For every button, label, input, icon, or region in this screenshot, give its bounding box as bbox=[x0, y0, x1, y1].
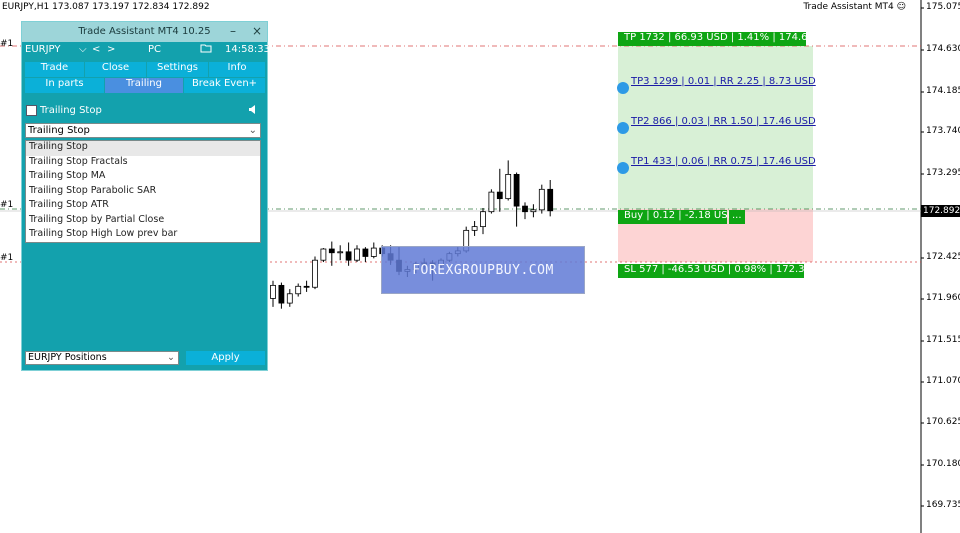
symbol-select[interactable]: EURJPY bbox=[25, 44, 60, 55]
candle-body bbox=[530, 209, 537, 213]
candle-body bbox=[303, 285, 310, 288]
candle-body bbox=[270, 284, 276, 299]
candle-body bbox=[337, 251, 344, 254]
price-tick-label: 175.075 bbox=[926, 2, 960, 12]
price-tick-label: 172.425 bbox=[926, 252, 960, 262]
chevron-down-icon: ⌄ bbox=[167, 352, 175, 363]
tab-trailing[interactable]: Trailing bbox=[105, 78, 183, 93]
trailing-stop-checkbox[interactable] bbox=[26, 105, 37, 116]
candle-body bbox=[505, 173, 512, 200]
candle-body bbox=[547, 188, 554, 212]
tab-close[interactable]: Close bbox=[85, 62, 146, 77]
candle-body bbox=[522, 205, 528, 213]
speaker-icon[interactable] bbox=[248, 105, 257, 117]
tp1-label[interactable]: TP1 433 | 0.06 | RR 0.75 | 17.46 USD bbox=[631, 156, 816, 167]
tab-trade[interactable]: Trade bbox=[25, 62, 84, 77]
tp3-handle[interactable] bbox=[617, 82, 629, 94]
chevron-down-icon[interactable]: ⌵ bbox=[79, 44, 87, 55]
chart-symbol-info: EURJPY,H1 173.087 173.197 172.834 172.89… bbox=[2, 2, 210, 12]
dropdown-option[interactable]: Trailing Stop MA bbox=[26, 170, 260, 185]
server-time: 14:58:33 bbox=[225, 44, 270, 55]
dropdown-option[interactable]: Trailing Stop bbox=[26, 141, 260, 156]
folder-icon[interactable] bbox=[200, 43, 212, 56]
minimize-button[interactable]: – bbox=[230, 24, 236, 38]
panel-symbol-row: EURJPY ⌵ < > PC 14:58:33 bbox=[22, 42, 270, 58]
left-order-mark: #1 bbox=[0, 200, 14, 210]
account-label: PC bbox=[148, 44, 162, 55]
trailing-stop-checkbox-label: Trailing Stop bbox=[40, 105, 102, 116]
candle-body bbox=[312, 259, 318, 288]
candle-body bbox=[480, 211, 486, 228]
tp-zone bbox=[618, 46, 813, 209]
candle-body bbox=[538, 188, 545, 211]
dropdown-option[interactable]: Trailing Stop Fractals bbox=[26, 156, 260, 171]
trailing-type-select[interactable]: Trailing Stop ⌄ bbox=[25, 123, 261, 138]
dropdown-option[interactable]: Trailing Stop High Low prev bar bbox=[26, 228, 260, 243]
candle-body bbox=[295, 285, 302, 295]
buy-menu-button[interactable]: ... bbox=[729, 210, 745, 224]
panel-titlebar[interactable]: Trade Assistant MT4 10.25 – × bbox=[22, 22, 267, 42]
candle-body bbox=[362, 248, 369, 257]
candle-body bbox=[286, 293, 293, 304]
panel-tabs: Trade Close Settings Info In parts Trail… bbox=[22, 62, 267, 93]
price-tick-label: 171.070 bbox=[926, 376, 960, 386]
close-button[interactable]: × bbox=[252, 24, 262, 38]
dropdown-option[interactable]: Trailing Stop by Partial Close bbox=[26, 214, 260, 229]
trailing-type-value: Trailing Stop bbox=[28, 125, 90, 136]
apply-button[interactable]: Apply bbox=[186, 351, 265, 365]
price-tick-label: 169.735 bbox=[926, 500, 960, 510]
chevron-down-icon: ⌄ bbox=[248, 125, 257, 136]
tp3-label[interactable]: TP3 1299 | 0.01 | RR 2.25 | 8.73 USD bbox=[631, 76, 816, 87]
ea-label: Trade Assistant MT4 ☺ bbox=[803, 2, 906, 12]
price-tick-label: 171.960 bbox=[926, 293, 960, 303]
price-tick-label: 170.625 bbox=[926, 417, 960, 427]
candle-body bbox=[328, 248, 335, 254]
positions-select[interactable]: EURJPY Positions ⌄ bbox=[25, 351, 179, 365]
next-symbol-button[interactable]: > bbox=[107, 44, 115, 55]
candle-body bbox=[320, 248, 327, 261]
price-tick-label: 174.185 bbox=[926, 86, 960, 96]
candle-body bbox=[496, 191, 503, 200]
tab-info[interactable]: Info bbox=[209, 62, 265, 77]
candle-body bbox=[278, 284, 285, 304]
prev-symbol-button[interactable]: < bbox=[92, 44, 100, 55]
trailing-type-dropdown[interactable]: Trailing Stop Trailing Stop Fractals Trail… bbox=[25, 140, 261, 243]
tp2-handle[interactable] bbox=[617, 122, 629, 134]
dropdown-option[interactable]: Trailing Stop ATR bbox=[26, 199, 260, 214]
tab-settings[interactable]: Settings bbox=[147, 62, 208, 77]
left-order-mark: #1 bbox=[0, 253, 14, 263]
tab-in-parts[interactable]: In parts bbox=[25, 78, 104, 93]
tab-break-even[interactable]: Break Even+ bbox=[184, 78, 265, 93]
smiley-icon: ☺ bbox=[896, 2, 906, 12]
trade-assistant-panel: Trade Assistant MT4 10.25 – × EURJPY ⌵ <… bbox=[21, 21, 270, 371]
tp-level-label[interactable]: TP 1732 | 66.93 USD | 1.41% | 174.651 bbox=[618, 32, 820, 46]
candle-body bbox=[345, 251, 352, 261]
sl-level-label[interactable]: SL 577 | -46.53 USD | 0.98% | 172.342 bbox=[618, 264, 817, 278]
dropdown-option[interactable]: Trailing Stop Parabolic SAR bbox=[26, 185, 260, 200]
candle-body bbox=[370, 247, 377, 257]
tp1-handle[interactable] bbox=[617, 162, 629, 174]
candle-body bbox=[354, 248, 360, 261]
buy-level-label[interactable]: Buy | 0.12 | -2.18 USD bbox=[618, 210, 735, 224]
watermark: FOREXGROUPBUY.COM bbox=[381, 246, 585, 294]
left-order-mark: #1 bbox=[0, 39, 14, 49]
price-tick-label: 171.515 bbox=[926, 335, 960, 345]
price-tick-label: 173.740 bbox=[926, 126, 960, 136]
tp2-label[interactable]: TP2 866 | 0.03 | RR 1.50 | 17.46 USD bbox=[631, 116, 816, 127]
price-tick-label: 170.180 bbox=[926, 459, 960, 469]
candle-body bbox=[471, 226, 478, 231]
candle-body bbox=[513, 173, 520, 207]
price-tick-label: 174.630 bbox=[926, 44, 960, 54]
price-tick-label: 173.295 bbox=[926, 168, 960, 178]
current-price-tag: 172.892 bbox=[921, 205, 960, 217]
candle-body bbox=[488, 191, 495, 213]
trailing-toggle-row[interactable]: Trailing Stop bbox=[26, 105, 102, 116]
positions-value: EURJPY Positions bbox=[28, 352, 107, 363]
